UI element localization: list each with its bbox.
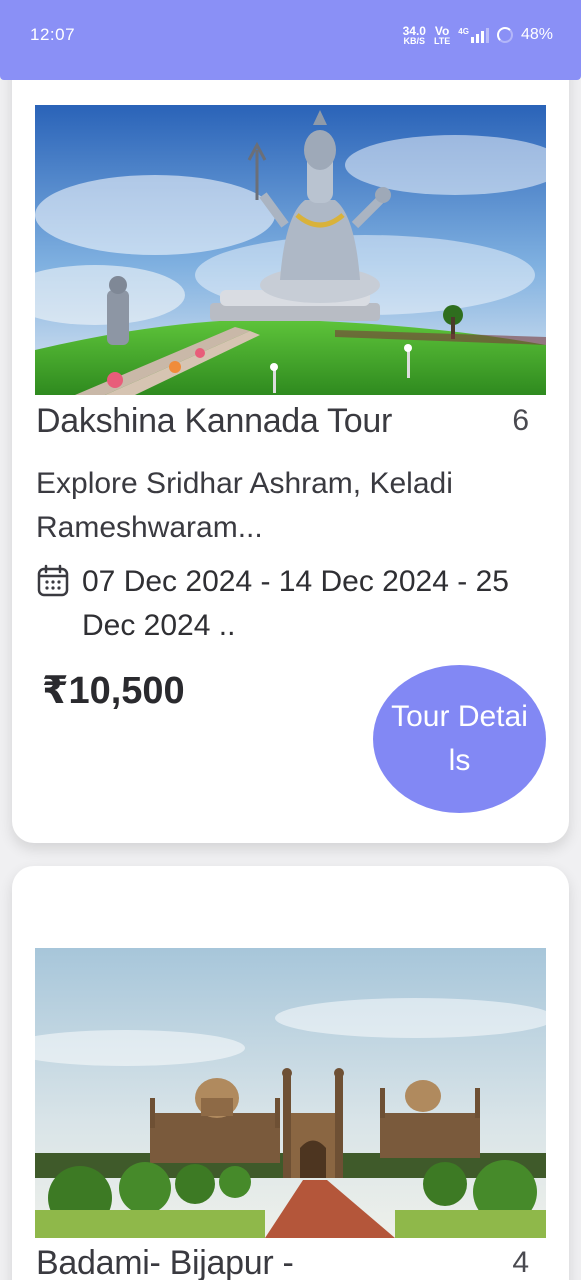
battery-icon — [496, 27, 513, 43]
tour-title: Dakshina Kannada Tour — [36, 402, 392, 440]
tour-dates: 07 Dec 2024 - 14 Dec 2024 - 25 Dec 2024 … — [82, 565, 509, 642]
tour-card[interactable]: Dakshina Kannada Tour 6 Explore Sridhar … — [12, 40, 569, 843]
tour-image-shiva-statue — [35, 105, 546, 395]
tour-description: Explore Sridhar Ashram, Keladi Rameshwar… — [36, 467, 453, 544]
volte-icon: Vo LTE — [434, 25, 450, 46]
tour-details-button[interactable]: Tour Details — [373, 665, 546, 813]
network-type: 4G — [458, 27, 469, 36]
status-icons: 34.0 KB/S Vo LTE 4G 48% — [403, 25, 553, 46]
network-speed-indicator: 34.0 KB/S — [403, 25, 426, 46]
signal-bars-icon — [470, 27, 489, 43]
network-speed: 34.0 — [402, 23, 426, 38]
volte-top: Vo — [434, 23, 450, 38]
tour-title: Badami- Bijapur - — [36, 1244, 294, 1280]
calendar-icon — [37, 564, 69, 597]
status-bar: 12:07 34.0 KB/S Vo LTE 4G 48% — [0, 0, 581, 80]
tour-days-count: 4 — [512, 1246, 529, 1279]
network-speed-unit: KB/S — [403, 35, 426, 46]
volte-bottom: LTE — [433, 35, 451, 46]
tour-dates-row: 07 Dec 2024 - 14 Dec 2024 - 25 Dec 2024 … — [36, 560, 546, 648]
tour-price: ₹10,500 — [42, 670, 185, 712]
status-time: 12:07 — [30, 25, 76, 44]
signal-icon: 4G — [458, 27, 489, 43]
battery-percent: 48% — [520, 26, 553, 43]
tour-image-gol-gumbaz — [35, 948, 546, 1238]
tour-days-count: 6 — [512, 404, 529, 437]
tour-card[interactable]: Badami- Bijapur - 4 — [12, 866, 569, 1280]
